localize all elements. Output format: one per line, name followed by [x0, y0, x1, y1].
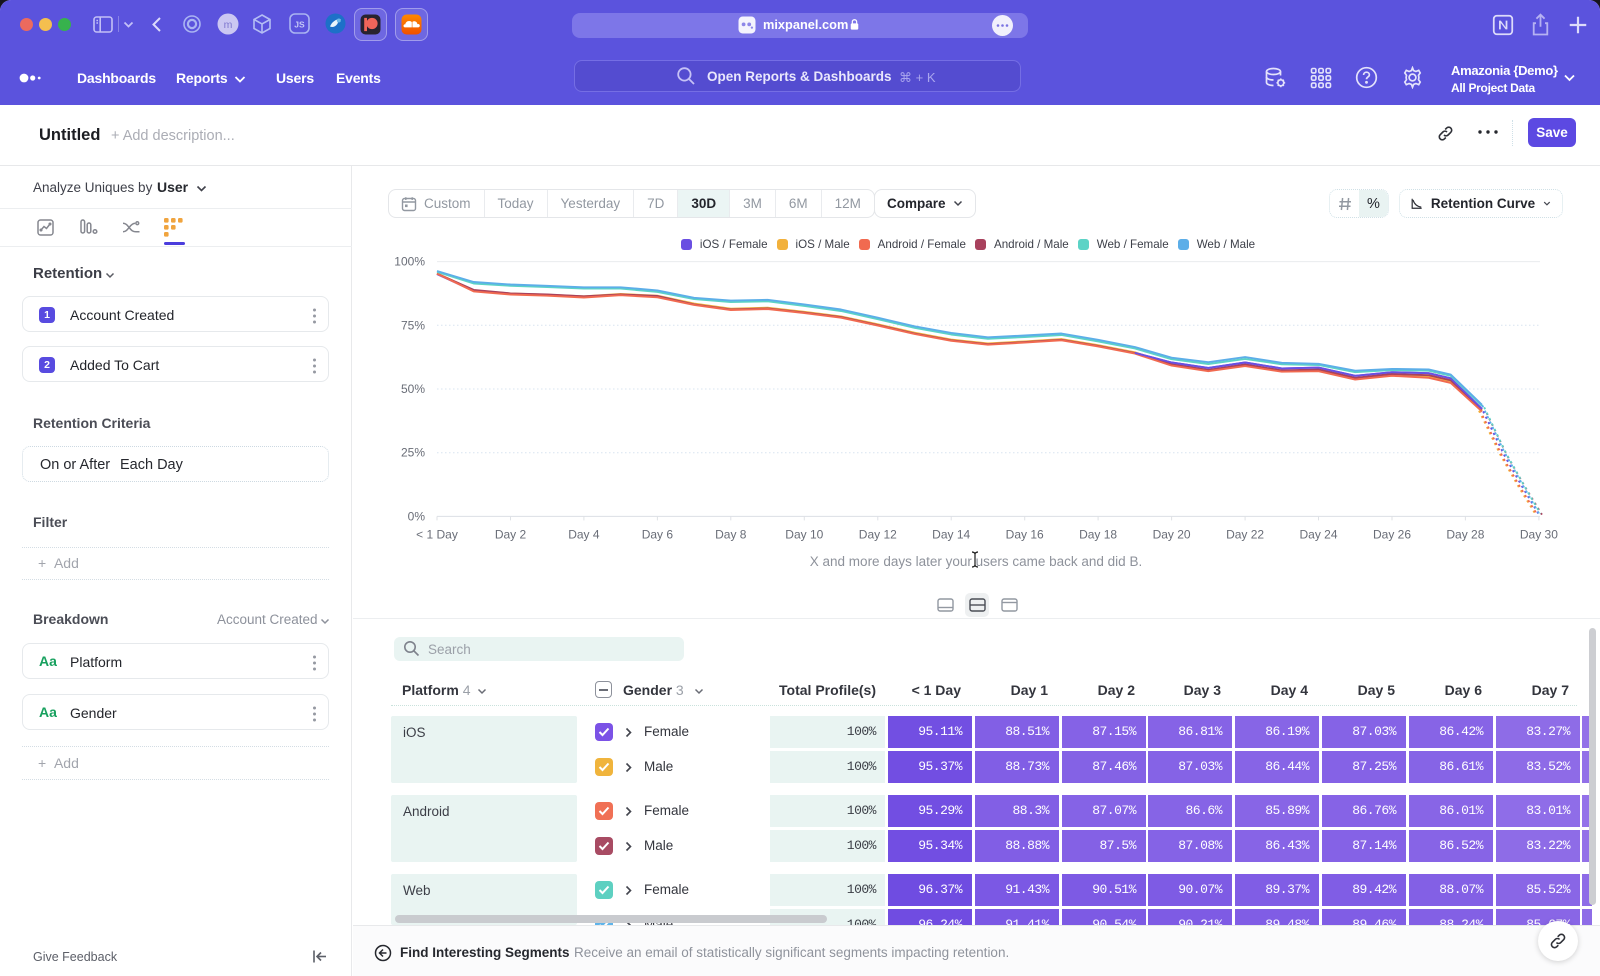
svg-text:Day 6: Day 6 — [642, 527, 674, 541]
svg-text:Day 22: Day 22 — [1226, 527, 1264, 541]
svg-text:Day 28: Day 28 — [1446, 527, 1484, 541]
svg-text:m: m — [224, 19, 233, 31]
svg-text:Day 20: Day 20 — [1153, 527, 1191, 541]
svg-text:Day 14: Day 14 — [932, 527, 970, 541]
svg-text:Day 4: Day 4 — [568, 527, 600, 541]
svg-text:Day 2: Day 2 — [495, 527, 527, 541]
svg-text:50%: 50% — [401, 382, 425, 396]
svg-text:Day 24: Day 24 — [1299, 527, 1337, 541]
svg-text:Day 8: Day 8 — [715, 527, 747, 541]
svg-text:0%: 0% — [408, 509, 426, 523]
svg-text:Day 10: Day 10 — [785, 527, 823, 541]
svg-text:25%: 25% — [401, 446, 425, 460]
svg-text:75%: 75% — [401, 318, 425, 332]
svg-text:JS: JS — [294, 20, 305, 30]
svg-text:100%: 100% — [394, 255, 425, 269]
svg-text:Day 16: Day 16 — [1006, 527, 1044, 541]
svg-text:Day 30: Day 30 — [1520, 527, 1558, 541]
svg-text:Day 18: Day 18 — [1079, 527, 1117, 541]
svg-text:< 1 Day: < 1 Day — [416, 527, 458, 541]
svg-text:Day 26: Day 26 — [1373, 527, 1411, 541]
svg-text:Day 12: Day 12 — [859, 527, 897, 541]
